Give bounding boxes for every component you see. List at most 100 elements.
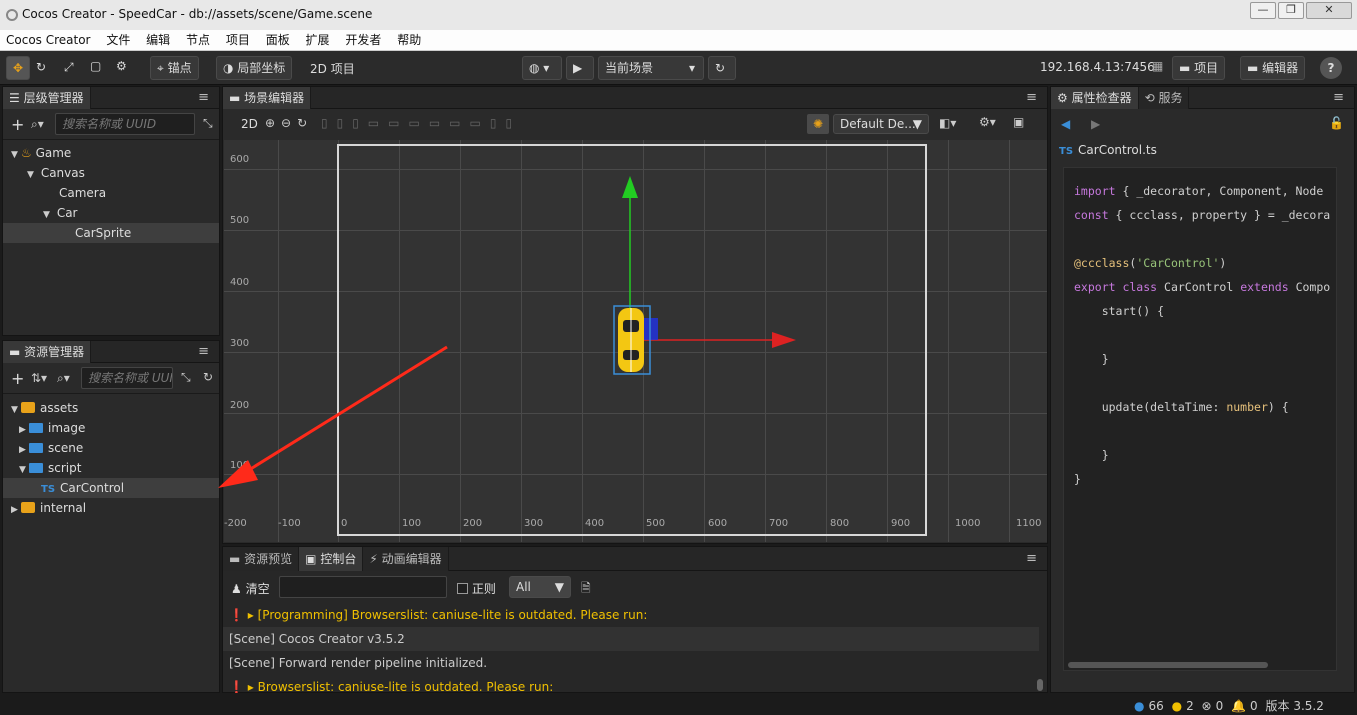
log-entry[interactable]: ❗ ▸ [Programming] Browserslist: caniuse-… bbox=[223, 603, 1039, 627]
zoom-tools[interactable]: ⊕⊖↻ bbox=[265, 116, 313, 130]
expand-arrow-icon[interactable]: ▼ bbox=[11, 145, 21, 165]
play-button[interactable]: ▶ bbox=[566, 56, 594, 80]
tab-assets[interactable]: ▬ 资源管理器 bbox=[3, 341, 92, 363]
editor-button[interactable]: ▬ 编辑器 bbox=[1240, 56, 1306, 80]
fullscreen-icon[interactable]: ▣ bbox=[1013, 115, 1024, 129]
tab-console[interactable]: ▣ 控制台 bbox=[299, 547, 364, 571]
collapse-icon[interactable]: ⤡ bbox=[203, 116, 213, 131]
file-header: TS CarControl.ts bbox=[1059, 143, 1157, 157]
scene-menu-icon[interactable]: ≡ bbox=[1026, 90, 1037, 105]
asset-folder-script[interactable]: ▼ script bbox=[3, 458, 219, 478]
code-line: const { ccclass, property } = _decora bbox=[1074, 208, 1331, 222]
maximize-button[interactable]: ❐ bbox=[1278, 2, 1304, 19]
code-line: import { _decorator, Component, Node bbox=[1074, 184, 1324, 198]
log-entry[interactable]: [Scene] Cocos Creator v3.5.2 bbox=[223, 627, 1039, 651]
scene-select[interactable]: 当前场景 ▾ bbox=[598, 56, 704, 80]
add-asset-icon[interactable]: + bbox=[11, 369, 24, 388]
search-type-icon[interactable]: ⌕▾ bbox=[31, 117, 44, 132]
console-filter-input[interactable] bbox=[279, 576, 447, 598]
rotate-tool-icon[interactable]: ↻ bbox=[36, 60, 46, 74]
menu-edit[interactable]: 编辑 bbox=[140, 30, 176, 51]
qrcode-icon[interactable]: ▦ bbox=[1152, 59, 1163, 73]
gizmo-icon[interactable]: ◧▾ bbox=[939, 116, 956, 130]
align-tools-icon: ▯▯▯▭▭▭▭▭▭▯▯ bbox=[321, 116, 522, 130]
back-arrow-icon[interactable]: ◀ bbox=[1061, 117, 1070, 131]
add-node-icon[interactable]: + bbox=[11, 115, 24, 134]
rect-tool-icon[interactable]: ▢ bbox=[90, 59, 101, 73]
asset-folder-scene[interactable]: ▶ scene bbox=[3, 438, 219, 458]
tree-node-car[interactable]: ▼ Car bbox=[3, 203, 219, 223]
close-button[interactable]: ✕ bbox=[1306, 2, 1352, 19]
tab-animation-editor[interactable]: ⚡ 动画编辑器 bbox=[363, 547, 449, 571]
minimize-button[interactable]: — bbox=[1250, 2, 1276, 19]
tab-scene-editor[interactable]: ▬ 场景编辑器 bbox=[223, 87, 312, 109]
mode-label: 2D 项目 bbox=[310, 62, 355, 76]
asset-folder-image[interactable]: ▶ image bbox=[3, 418, 219, 438]
menu-panel[interactable]: 面板 bbox=[260, 30, 296, 51]
asset-root-assets[interactable]: ▼ assets bbox=[3, 398, 219, 418]
menu-extension[interactable]: 扩展 bbox=[300, 30, 336, 51]
tree-node-carsprite[interactable]: CarSprite bbox=[3, 223, 219, 243]
window-title: Cocos Creator - SpeedCar - db://assets/s… bbox=[22, 7, 373, 21]
collapse-icon[interactable]: ⤡ bbox=[181, 370, 191, 385]
platform-select[interactable]: ◍ ▾ bbox=[522, 56, 562, 80]
console-scrollbar[interactable] bbox=[1037, 679, 1043, 691]
menu-developer[interactable]: 开发者 bbox=[339, 30, 387, 51]
warning-count[interactable]: 2 bbox=[1186, 699, 1194, 713]
settings-icon[interactable]: ⚙▾ bbox=[979, 115, 996, 129]
menu-node[interactable]: 节点 bbox=[180, 30, 216, 51]
light-icon[interactable]: ✺ bbox=[807, 114, 829, 134]
tab-asset-preview[interactable]: ▬ 资源预览 bbox=[223, 547, 300, 571]
tree-node-camera[interactable]: Camera bbox=[3, 183, 219, 203]
asset-file-carcontrol[interactable]: TS CarControl bbox=[3, 478, 219, 498]
menu-bar: Cocos Creator 文件 编辑 节点 项目 面板 扩展 开发者 帮助 bbox=[0, 30, 1357, 51]
project-button[interactable]: ▬ 项目 bbox=[1172, 56, 1226, 80]
menu-project[interactable]: 项目 bbox=[220, 30, 256, 51]
menu-help[interactable]: 帮助 bbox=[391, 30, 427, 51]
console-menu-icon[interactable]: ≡ bbox=[1026, 551, 1037, 566]
tab-service[interactable]: ⟲ 服务 bbox=[1138, 87, 1190, 109]
error-count[interactable]: 0 bbox=[1216, 699, 1224, 713]
mode-2d-toggle[interactable]: 2D bbox=[241, 117, 258, 131]
console-log-list: ❗ ▸ [Programming] Browserslist: caniuse-… bbox=[223, 603, 1039, 693]
refresh-button[interactable]: ↻ bbox=[708, 56, 736, 80]
inspector-menu-icon[interactable]: ≡ bbox=[1333, 90, 1344, 105]
tree-node-canvas[interactable]: ▼ Canvas bbox=[3, 163, 219, 183]
lock-icon[interactable]: 🔓 bbox=[1329, 116, 1344, 130]
tree-node-game[interactable]: ▼ ♨ Game bbox=[3, 143, 219, 163]
hierarchy-search-input[interactable]: 搜索名称或 UUID bbox=[55, 113, 195, 135]
transform-tool-icon[interactable]: ⚙ bbox=[116, 59, 127, 73]
log-entry[interactable]: ❗ ▸ Browserslist: caniuse-lite is outdat… bbox=[223, 675, 1039, 693]
regex-checkbox[interactable]: 正则 bbox=[457, 580, 496, 597]
sort-icon[interactable]: ⇅▾ bbox=[31, 371, 47, 385]
info-count[interactable]: 66 bbox=[1148, 699, 1163, 713]
hierarchy-menu-icon[interactable]: ≡ bbox=[198, 90, 209, 105]
annotation-arrow bbox=[218, 345, 448, 488]
log-file-icon[interactable]: 🗎 bbox=[581, 579, 591, 600]
local-coord-button[interactable]: ◑ 局部坐标 bbox=[216, 56, 293, 80]
inspector-panel: ⚙ 属性检查器 ⟲ 服务 ≡ ◀ ▶ 🔓 TS CarControl.ts impo… bbox=[1050, 86, 1355, 693]
folder-icon bbox=[29, 463, 43, 473]
database-icon bbox=[21, 502, 35, 513]
search-type-icon[interactable]: ⌕▾ bbox=[57, 371, 70, 386]
code-line: export class CarControl extends Compo bbox=[1074, 280, 1331, 294]
asset-root-internal[interactable]: ▶ internal bbox=[3, 498, 219, 518]
notice-count[interactable]: 0 bbox=[1250, 699, 1258, 713]
move-tool-icon[interactable]: ✥ bbox=[6, 56, 30, 80]
camera-select[interactable]: Default De... ▼ bbox=[833, 114, 929, 134]
clear-button[interactable]: ♟ 清空 bbox=[231, 580, 270, 597]
menu-file[interactable]: 文件 bbox=[100, 30, 136, 51]
forward-arrow-icon[interactable]: ▶ bbox=[1091, 117, 1100, 131]
log-level-select[interactable]: All ▼ bbox=[509, 576, 571, 598]
tab-hierarchy[interactable]: ☰ 层级管理器 bbox=[3, 87, 91, 109]
ip-address[interactable]: 192.168.4.13:7456 bbox=[1040, 60, 1155, 74]
log-entry[interactable]: [Scene] Forward render pipeline initiali… bbox=[223, 651, 1039, 675]
status-bar: ● 66 ● 2 ⊗ 0 🔔 0 版本 3.5.2 bbox=[1130, 697, 1355, 715]
scale-tool-icon[interactable]: ⤢ bbox=[64, 60, 74, 75]
help-icon[interactable]: ? bbox=[1320, 57, 1342, 79]
anchor-button[interactable]: ⌖ 锚点 bbox=[150, 56, 199, 80]
assets-search-input[interactable]: 搜索名称或 UUID bbox=[81, 367, 173, 389]
tab-inspector[interactable]: ⚙ 属性检查器 bbox=[1051, 87, 1139, 109]
menu-cocos[interactable]: Cocos Creator bbox=[0, 30, 97, 51]
code-hscrollbar[interactable] bbox=[1068, 662, 1268, 668]
